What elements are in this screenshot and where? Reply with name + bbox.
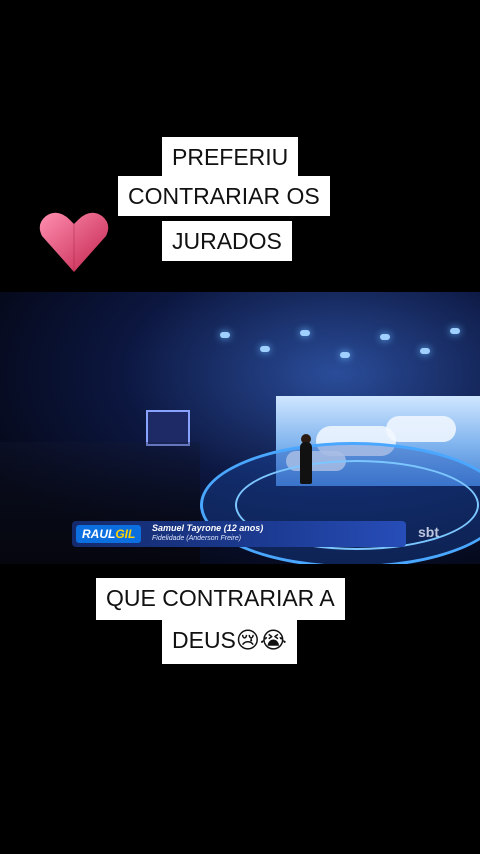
- singer-figure: [300, 442, 312, 484]
- show-logo-part-1: RAUL: [82, 527, 116, 541]
- channel-logo: sbt: [418, 524, 439, 540]
- song-composer: (Anderson Freire): [186, 535, 242, 542]
- video-frame[interactable]: RAULGIL Samuel Tayrone (12 anos) Fidelid…: [0, 292, 480, 564]
- song-title: Fidelidade: [152, 535, 185, 542]
- show-logo: RAULGIL: [76, 525, 142, 543]
- song-info: Fidelidade (Anderson Freire): [152, 535, 241, 542]
- performer-name: Samuel Tayrone (12 anos): [152, 523, 264, 533]
- caption-top-line-2: CONTRARIAR OS: [118, 176, 330, 216]
- caption-top-line-1: PREFERIU: [162, 137, 299, 177]
- caption-top-line-3: JURADOS: [162, 221, 292, 261]
- caption-bottom-line-1: QUE CONTRARIAR A: [96, 578, 345, 620]
- heart-icon: [39, 212, 109, 272]
- show-logo-part-2: GIL: [115, 527, 136, 541]
- stage-monitor: [146, 410, 190, 446]
- caption-bottom-line-2: DEUS😢😭: [162, 620, 297, 664]
- stage-lights: [200, 322, 480, 382]
